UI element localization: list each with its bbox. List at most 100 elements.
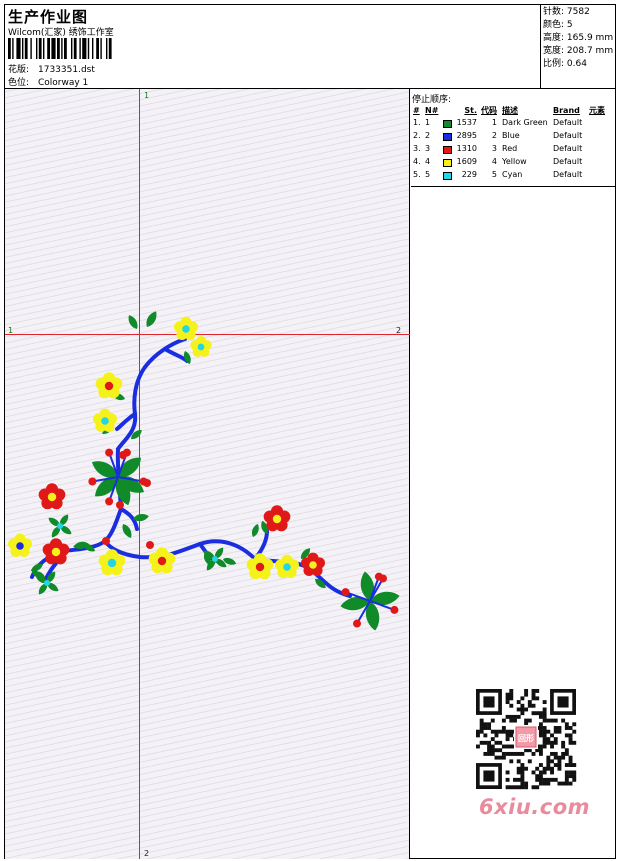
row-needle: 4 bbox=[425, 157, 431, 166]
row-brand: Default bbox=[553, 144, 583, 153]
qr-code[interactable]: 回形 bbox=[472, 685, 580, 793]
colorway-label: 色位: bbox=[8, 78, 30, 88]
table-row[interactable]: 4. 4 1609 4 Yellow Default bbox=[412, 155, 614, 168]
col-code: 代码 bbox=[481, 105, 497, 115]
watermark-text: 6xiu.com bbox=[479, 795, 591, 819]
flower-yellow bbox=[95, 372, 123, 399]
table-header-row: # N# St. 代码 描述 Brand 元素 bbox=[412, 104, 614, 116]
sprig bbox=[48, 514, 72, 538]
header-info: 生产作业图 Wilcom(汇家) 绣饰工作室 花版: 1733351.dst 色位… bbox=[5, 5, 541, 89]
row-description: Dark Green bbox=[502, 118, 548, 127]
stat-height: 高度: 165.9 mm bbox=[543, 33, 614, 43]
row-stitches: 1310 bbox=[442, 142, 478, 155]
flower-yellow bbox=[148, 547, 176, 574]
bud bbox=[143, 479, 151, 487]
stat-label: 高度 bbox=[543, 33, 562, 43]
design-file-value: 1733351.dst bbox=[38, 65, 95, 75]
row-brand: Default bbox=[553, 170, 583, 179]
row-stitches: 2895 bbox=[442, 129, 478, 142]
stat-value: 5 bbox=[566, 20, 573, 30]
flower-yellow bbox=[275, 554, 299, 579]
row-needle: 1 bbox=[425, 118, 431, 127]
seal-stamp: 回形 bbox=[514, 725, 538, 749]
page-title: 生产作业图 bbox=[8, 8, 89, 26]
bud bbox=[119, 451, 127, 459]
table-row[interactable]: 1. 1 1537 1 Dark Green Default bbox=[412, 116, 614, 129]
color-swatch bbox=[443, 119, 452, 128]
bud bbox=[146, 541, 154, 549]
flower-yellow bbox=[190, 336, 212, 357]
col-brand: Brand bbox=[553, 105, 580, 115]
stat-value: 0.64 bbox=[566, 59, 587, 69]
svg-text:回形: 回形 bbox=[518, 733, 534, 743]
row-brand: Default bbox=[553, 157, 583, 166]
row-brand: Default bbox=[553, 118, 583, 127]
stat-value: 165.9 mm bbox=[566, 33, 614, 43]
studio-name: Wilcom(汇家) 绣饰工作室 bbox=[8, 28, 114, 38]
row-index: 4. bbox=[413, 157, 421, 166]
row-needle: 5 bbox=[425, 170, 431, 179]
row-element bbox=[588, 129, 614, 142]
table-row[interactable]: 2. 2 2895 2 Blue Default bbox=[412, 129, 614, 142]
stat-label: 针数 bbox=[543, 7, 562, 17]
row-needle: 2 bbox=[425, 131, 431, 140]
color-sequence-table: # N# St. 代码 描述 Brand 元素 1. 1 1537 1 Dark Gre… bbox=[412, 104, 614, 181]
row-brand: Default bbox=[553, 131, 583, 140]
stat-label: 比例 bbox=[543, 59, 562, 69]
leaf bbox=[128, 315, 138, 329]
row-element bbox=[588, 116, 614, 129]
stat-stitches: 针数: 7582 bbox=[543, 7, 590, 17]
row-element bbox=[588, 142, 614, 155]
design-file-line: 花版: 1733351.dst bbox=[8, 62, 95, 75]
design-canvas[interactable]: 1 2 1 2 bbox=[5, 89, 410, 859]
production-sheet: 生产作业图 Wilcom(汇家) 绣饰工作室 花版: 1733351.dst 色位… bbox=[4, 4, 616, 859]
row-element bbox=[588, 168, 614, 181]
col-needle: N# bbox=[425, 105, 439, 115]
needle-spray-right bbox=[340, 571, 400, 631]
stat-value: 208.7 mm bbox=[566, 46, 614, 56]
table-row[interactable]: 3. 3 1310 3 Red Default bbox=[412, 142, 614, 155]
bud bbox=[102, 537, 110, 545]
colorway-value: Colorway 1 bbox=[38, 78, 89, 88]
flower-yellow bbox=[174, 316, 198, 341]
barcode bbox=[8, 38, 112, 59]
flower-yellow bbox=[8, 533, 32, 558]
col-element: 元素 bbox=[589, 105, 605, 115]
row-element bbox=[588, 155, 614, 168]
row-stitches: 1537 bbox=[442, 116, 478, 129]
color-swatch bbox=[443, 171, 452, 180]
col-description: 描述 bbox=[502, 105, 518, 115]
row-code: 3 bbox=[491, 144, 497, 153]
colorway-line: 色位: Colorway 1 bbox=[8, 75, 88, 88]
stat-scale: 比例: 0.64 bbox=[543, 59, 587, 69]
table-row[interactable]: 5. 5 229 5 Cyan Default bbox=[412, 168, 614, 181]
row-code: 4 bbox=[491, 157, 497, 166]
row-index: 2. bbox=[413, 131, 421, 140]
row-needle: 3 bbox=[425, 144, 431, 153]
color-swatch bbox=[443, 132, 452, 141]
color-swatch bbox=[443, 158, 452, 167]
flower-red bbox=[263, 505, 291, 532]
leaf bbox=[251, 523, 259, 537]
color-swatch bbox=[443, 145, 452, 154]
row-description: Cyan bbox=[502, 170, 523, 179]
row-index: 1. bbox=[413, 118, 421, 127]
row-index: 3. bbox=[413, 144, 421, 153]
stats-panel: 针数: 7582 颜色: 5 高度: 165.9 mm 宽度: 208.7 mm… bbox=[542, 6, 614, 71]
embroidery-design[interactable] bbox=[5, 89, 410, 859]
sheet-header: 生产作业图 Wilcom(汇家) 绣饰工作室 花版: 1733351.dst 色位… bbox=[5, 5, 615, 89]
flower-red bbox=[42, 538, 70, 565]
row-stitches: 1609 bbox=[442, 155, 478, 168]
flower-red bbox=[38, 483, 66, 510]
row-description: Yellow bbox=[502, 157, 527, 166]
stat-width: 宽度: 208.7 mm bbox=[543, 46, 614, 56]
leaf bbox=[122, 524, 132, 538]
stat-colors: 颜色: 5 bbox=[543, 20, 573, 30]
row-code: 1 bbox=[491, 118, 497, 127]
row-description: Red bbox=[502, 144, 518, 153]
flower-yellow bbox=[93, 408, 117, 433]
row-code: 5 bbox=[491, 170, 497, 179]
table-divider bbox=[411, 186, 615, 187]
stat-value: 7582 bbox=[566, 7, 590, 17]
stat-label: 颜色 bbox=[543, 20, 562, 30]
